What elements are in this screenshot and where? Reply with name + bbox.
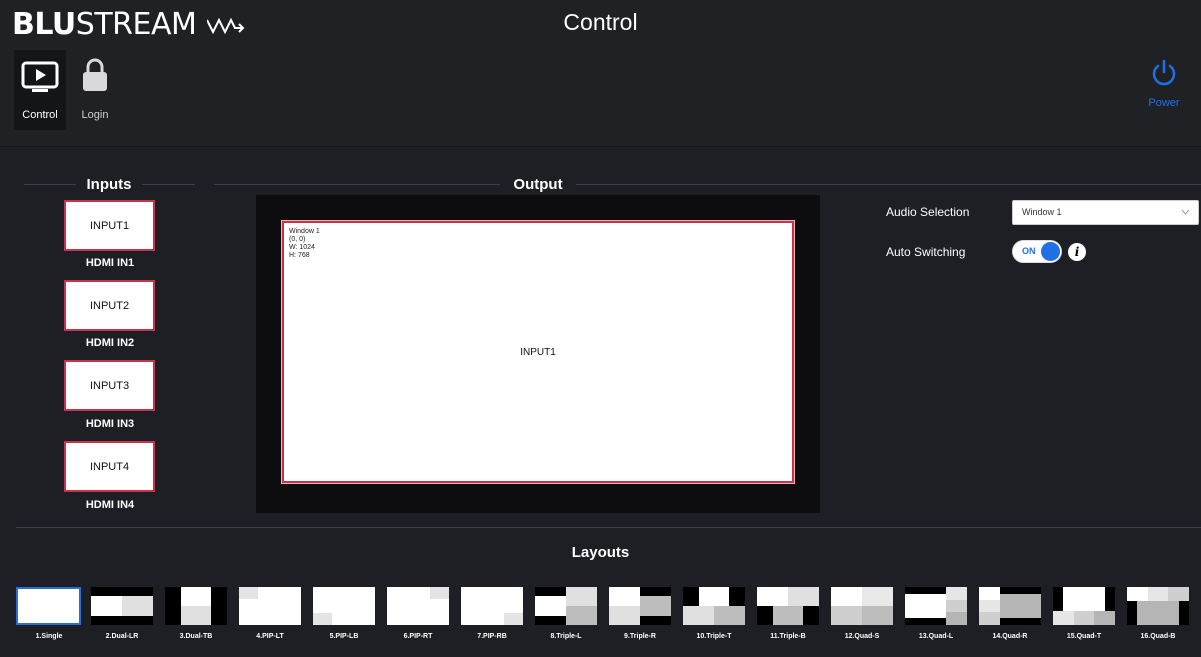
layout-triple-l[interactable]: [535, 587, 597, 625]
nav-login-label: Login: [81, 109, 109, 121]
input-card-1[interactable]: INPUT1: [64, 200, 155, 251]
layout-single[interactable]: [16, 587, 81, 625]
top-bar: BLUSTREAM Control Control Login Power: [0, 0, 1201, 147]
layout-quad-r[interactable]: [979, 587, 1041, 625]
layout-dual-tb[interactable]: [165, 587, 227, 625]
toggle-knob: [1041, 242, 1060, 261]
layout-triple-t[interactable]: [683, 587, 745, 625]
input-name-4: HDMI IN4: [85, 499, 135, 511]
input-name-2: HDMI IN2: [85, 337, 135, 349]
layout-label: 13.Quad-L: [918, 633, 954, 640]
layout-pip-lb[interactable]: [313, 587, 375, 625]
page-title: Control: [563, 9, 638, 35]
layout-label: 4.PIP-LT: [256, 633, 284, 640]
nav-control-label: Control: [22, 109, 58, 121]
nav-control[interactable]: Control: [14, 50, 66, 130]
audio-selection-value: Window 1: [1022, 207, 1062, 217]
inputs-heading: Inputs: [86, 176, 132, 193]
auto-switching-label: Auto Switching: [886, 245, 966, 259]
layout-label: 9.Triple-R: [624, 633, 656, 640]
layout-dual-lr[interactable]: [91, 587, 153, 625]
layout-pip-rb[interactable]: [461, 587, 523, 625]
monitor-play-icon: [21, 61, 59, 92]
nav-login[interactable]: Login: [69, 50, 121, 130]
toggle-state: ON: [1022, 246, 1036, 256]
layout-label: 10.Triple-T: [696, 633, 732, 640]
divider: [24, 184, 76, 185]
info-icon[interactable]: i: [1068, 243, 1086, 261]
layout-triple-r[interactable]: [609, 587, 671, 625]
layout-quad-l[interactable]: [905, 587, 967, 625]
input-card-4[interactable]: INPUT4: [64, 441, 155, 492]
chevron-down-icon: [1181, 209, 1190, 215]
layout-label: 6.PIP-RT: [403, 633, 433, 640]
auto-switching-toggle[interactable]: ON: [1012, 240, 1062, 263]
layout-label: 15.Quad-T: [1066, 633, 1102, 640]
audio-selection-dropdown[interactable]: Window 1: [1012, 200, 1199, 225]
window-source: INPUT1: [520, 346, 556, 358]
layout-label: 5.PIP-LB: [329, 633, 359, 640]
layouts-heading: Layouts: [571, 544, 630, 561]
power-label: Power: [1148, 97, 1180, 109]
divider: [576, 184, 1201, 185]
layout-label: 12.Quad-S: [844, 633, 880, 640]
layout-label: 11.Triple-B: [770, 633, 806, 640]
layout-label: 16.Quad-B: [1140, 633, 1176, 640]
layout-quad-b[interactable]: [1127, 587, 1189, 625]
layout-triple-b[interactable]: [757, 587, 819, 625]
layout-label: 1.Single: [35, 633, 63, 640]
power-icon: [1152, 59, 1176, 86]
input-card-2[interactable]: INPUT2: [64, 280, 155, 331]
layout-label: 7.PIP-RB: [477, 633, 507, 640]
layout-pip-rt[interactable]: [387, 587, 449, 625]
divider: [214, 184, 500, 185]
output-heading: Output: [513, 176, 563, 193]
output-canvas: Window 1 (0, 0) W: 1024 H: 768 INPUT1: [256, 195, 820, 513]
layout-label: 2.Dual-LR: [105, 633, 139, 640]
layout-quad-t[interactable]: [1053, 587, 1115, 625]
lock-icon: [83, 58, 107, 91]
input-name-3: HDMI IN3: [85, 418, 135, 430]
divider: [16, 527, 1201, 528]
input-card-3[interactable]: INPUT3: [64, 360, 155, 411]
layout-label: 14.Quad-R: [992, 633, 1028, 640]
audio-selection-label: Audio Selection: [886, 205, 970, 219]
divider: [142, 184, 195, 185]
output-window-1[interactable]: Window 1 (0, 0) W: 1024 H: 768 INPUT1: [281, 220, 795, 484]
layout-label: 3.Dual-TB: [179, 633, 213, 640]
layout-label: 8.Triple-L: [550, 633, 582, 640]
power-button[interactable]: Power: [1141, 58, 1187, 109]
layout-pip-lt[interactable]: [239, 587, 301, 625]
input-name-1: HDMI IN1: [85, 257, 135, 269]
layout-quad-s[interactable]: [831, 587, 893, 625]
